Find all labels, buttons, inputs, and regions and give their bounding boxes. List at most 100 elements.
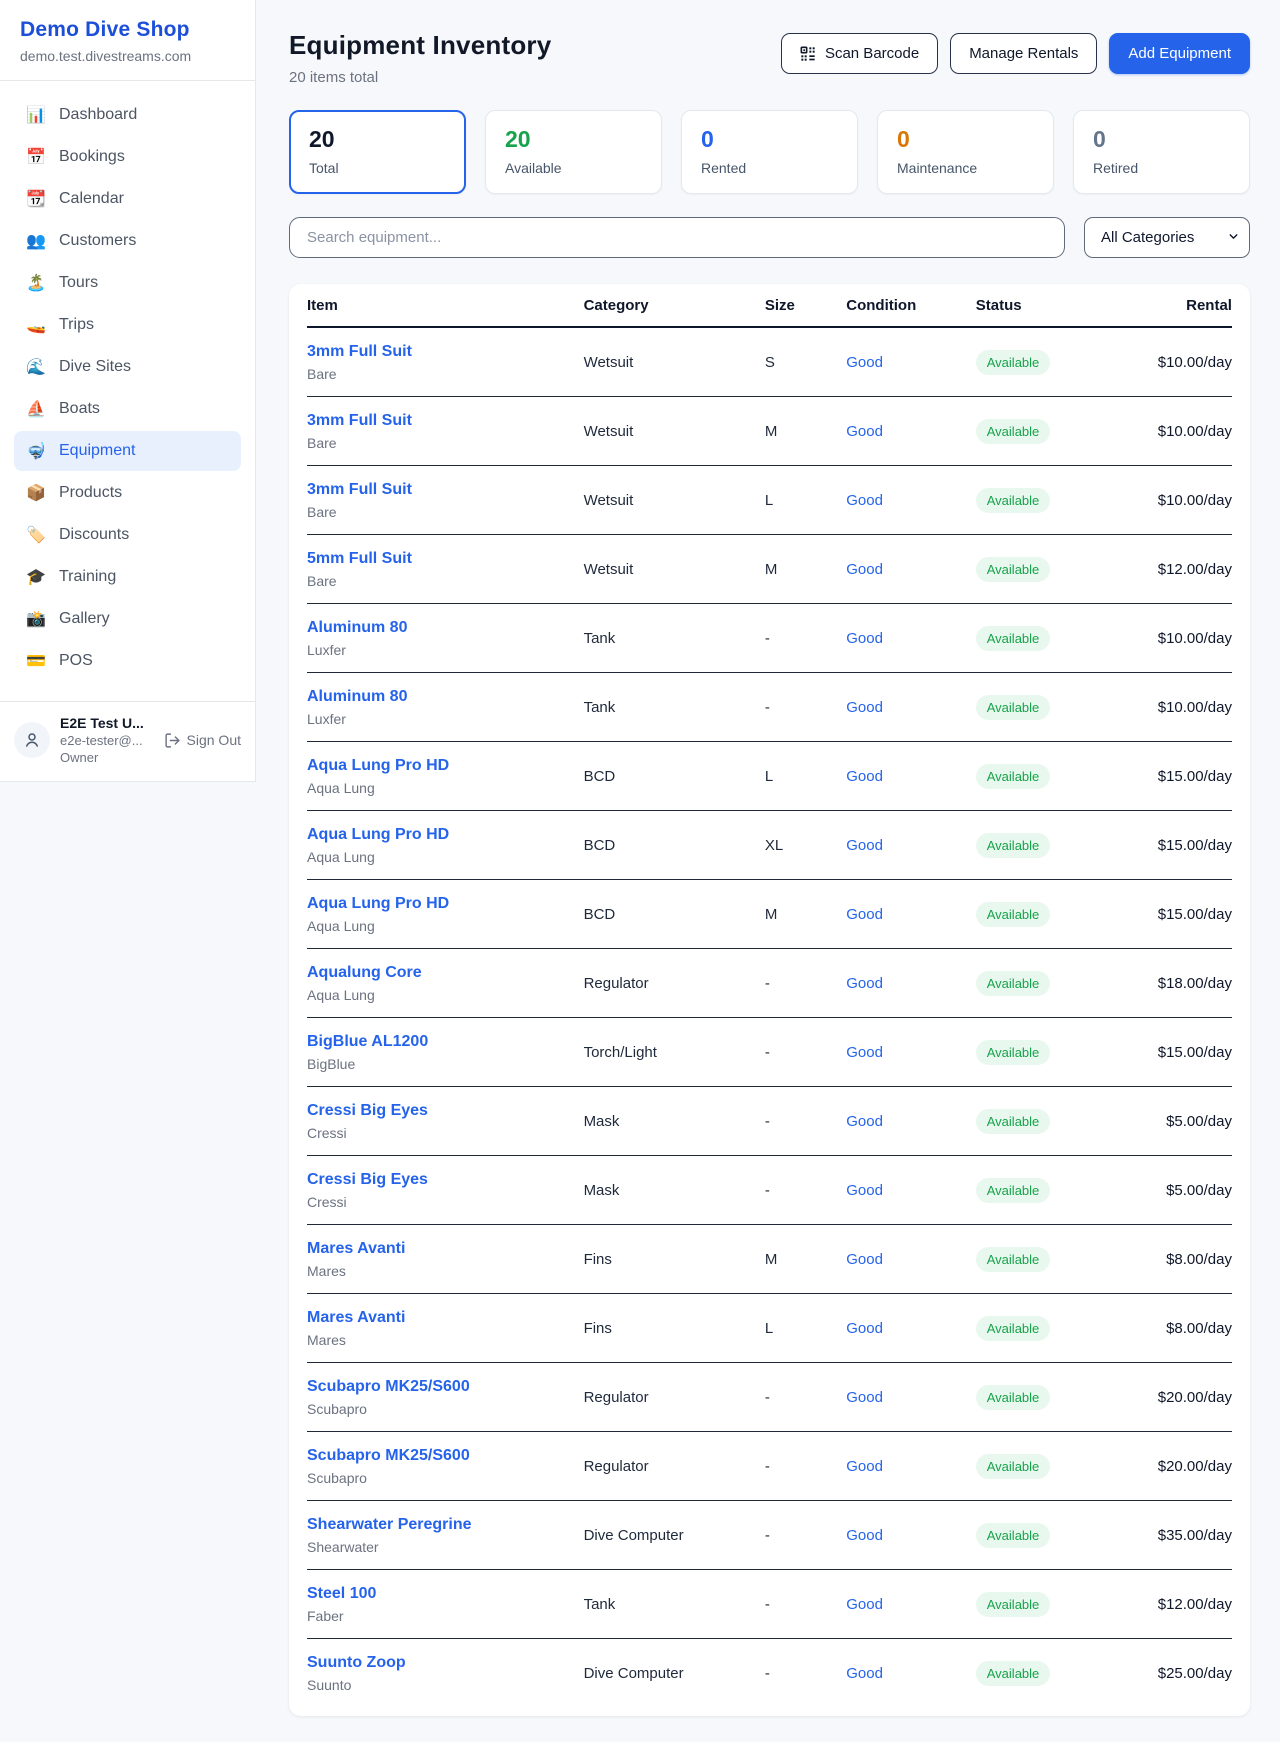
sidebar-item-calendar[interactable]: 📆 Calendar: [14, 179, 241, 219]
item-name-link[interactable]: Scubapro MK25/S600: [307, 1378, 584, 1396]
condition-cell: Good: [846, 561, 976, 578]
item-name-link[interactable]: Aluminum 80: [307, 619, 584, 637]
condition-link[interactable]: Good: [846, 975, 883, 992]
stat-value: 20: [309, 126, 446, 153]
item-name-link[interactable]: Cressi Big Eyes: [307, 1102, 584, 1120]
condition-link[interactable]: Good: [846, 1527, 883, 1544]
stat-card-total[interactable]: 20 Total: [289, 110, 466, 194]
condition-link[interactable]: Good: [846, 1320, 883, 1337]
status-badge: Available: [976, 350, 1051, 375]
sidebar-item-boats[interactable]: ⛵ Boats: [14, 389, 241, 429]
condition-link[interactable]: Good: [846, 630, 883, 647]
item-name-link[interactable]: Shearwater Peregrine: [307, 1516, 584, 1534]
sidebar-item-bookings[interactable]: 📅 Bookings: [14, 137, 241, 177]
sidebar-item-discounts[interactable]: 🏷️ Discounts: [14, 515, 241, 555]
stat-label: Total: [309, 160, 446, 176]
stat-card-maintenance[interactable]: 0 Maintenance: [877, 110, 1054, 194]
nav-icon: 🏝️: [26, 273, 46, 293]
item-name-link[interactable]: Mares Avanti: [307, 1309, 584, 1327]
sidebar-item-training[interactable]: 🎓 Training: [14, 557, 241, 597]
sidebar-item-products[interactable]: 📦 Products: [14, 473, 241, 513]
sign-out-label: Sign Out: [187, 732, 241, 748]
search-input[interactable]: [289, 217, 1065, 258]
rental-price: $5.00/day: [1101, 1113, 1232, 1130]
status-badge: Available: [976, 1454, 1051, 1479]
item-name-link[interactable]: 3mm Full Suit: [307, 412, 584, 430]
sidebar-item-equipment[interactable]: 🤿 Equipment: [14, 431, 241, 471]
item-name-link[interactable]: Steel 100: [307, 1585, 584, 1603]
item-name-link[interactable]: Mares Avanti: [307, 1240, 584, 1258]
add-equipment-button[interactable]: Add Equipment: [1109, 33, 1250, 74]
rental-price: $5.00/day: [1101, 1182, 1232, 1199]
item-brand: Cressi: [307, 1125, 584, 1141]
condition-link[interactable]: Good: [846, 492, 883, 509]
stats-row: 20 Total 20 Available 0 Rented 0 Mainten…: [289, 110, 1250, 194]
sidebar-item-customers[interactable]: 👥 Customers: [14, 221, 241, 261]
sign-out-button[interactable]: Sign Out: [164, 732, 241, 749]
status-cell: Available: [976, 971, 1101, 996]
item-name-link[interactable]: Aluminum 80: [307, 688, 584, 706]
condition-link[interactable]: Good: [846, 1044, 883, 1061]
condition-link[interactable]: Good: [846, 423, 883, 440]
item-name-link[interactable]: 3mm Full Suit: [307, 343, 584, 361]
item-category: Torch/Light: [584, 1044, 765, 1061]
condition-link[interactable]: Good: [846, 1458, 883, 1475]
condition-link[interactable]: Good: [846, 1182, 883, 1199]
item-name-link[interactable]: Aqualung Core: [307, 964, 584, 982]
sidebar-item-gallery[interactable]: 📸 Gallery: [14, 599, 241, 639]
stat-card-rented[interactable]: 0 Rented: [681, 110, 858, 194]
condition-link[interactable]: Good: [846, 1665, 883, 1682]
sidebar-item-label: Gallery: [59, 610, 110, 628]
add-equipment-label: Add Equipment: [1128, 45, 1231, 62]
condition-link[interactable]: Good: [846, 354, 883, 371]
item-size: -: [765, 1182, 846, 1199]
condition-cell: Good: [846, 906, 976, 923]
sidebar-item-tours[interactable]: 🏝️ Tours: [14, 263, 241, 303]
rental-price: $12.00/day: [1101, 561, 1232, 578]
item-cell: Suunto Zoop Suunto: [307, 1654, 584, 1693]
item-category: Wetsuit: [584, 561, 765, 578]
condition-link[interactable]: Good: [846, 837, 883, 854]
item-category: BCD: [584, 906, 765, 923]
condition-link[interactable]: Good: [846, 1596, 883, 1613]
table-row: Mares Avanti Mares Fins M Good Available…: [307, 1225, 1232, 1294]
item-name-link[interactable]: Aqua Lung Pro HD: [307, 895, 584, 913]
condition-link[interactable]: Good: [846, 768, 883, 785]
manage-rentals-button[interactable]: Manage Rentals: [950, 33, 1097, 74]
status-badge: Available: [976, 833, 1051, 858]
item-name-link[interactable]: BigBlue AL1200: [307, 1033, 584, 1051]
condition-link[interactable]: Good: [846, 1389, 883, 1406]
category-select[interactable]: All Categories: [1084, 217, 1250, 258]
sidebar-item-dive-sites[interactable]: 🌊 Dive Sites: [14, 347, 241, 387]
item-name-link[interactable]: Scubapro MK25/S600: [307, 1447, 584, 1465]
condition-link[interactable]: Good: [846, 1251, 883, 1268]
table-row: 3mm Full Suit Bare Wetsuit S Good Availa…: [307, 328, 1232, 397]
item-name-link[interactable]: Aqua Lung Pro HD: [307, 826, 584, 844]
rental-price: $10.00/day: [1101, 492, 1232, 509]
sidebar-item-trips[interactable]: 🚤 Trips: [14, 305, 241, 345]
nav-icon: 🎓: [26, 567, 46, 587]
condition-link[interactable]: Good: [846, 906, 883, 923]
item-name-link[interactable]: Suunto Zoop: [307, 1654, 584, 1672]
rental-price: $20.00/day: [1101, 1389, 1232, 1406]
stat-label: Retired: [1093, 160, 1230, 176]
condition-link[interactable]: Good: [846, 561, 883, 578]
sidebar-item-label: Dashboard: [59, 106, 137, 124]
rental-price: $15.00/day: [1101, 837, 1232, 854]
stat-card-retired[interactable]: 0 Retired: [1073, 110, 1250, 194]
item-name-link[interactable]: 5mm Full Suit: [307, 550, 584, 568]
item-name-link[interactable]: Cressi Big Eyes: [307, 1171, 584, 1189]
condition-link[interactable]: Good: [846, 1113, 883, 1130]
table-row: Steel 100 Faber Tank - Good Available $1…: [307, 1570, 1232, 1639]
status-badge: Available: [976, 557, 1051, 582]
sidebar-item-dashboard[interactable]: 📊 Dashboard: [14, 95, 241, 135]
item-name-link[interactable]: 3mm Full Suit: [307, 481, 584, 499]
sidebar-item-pos[interactable]: 💳 POS: [14, 641, 241, 681]
item-name-link[interactable]: Aqua Lung Pro HD: [307, 757, 584, 775]
item-brand: Faber: [307, 1608, 584, 1624]
condition-link[interactable]: Good: [846, 699, 883, 716]
item-brand: Cressi: [307, 1194, 584, 1210]
scan-barcode-button[interactable]: Scan Barcode: [781, 33, 938, 74]
sidebar-item-label: Bookings: [59, 148, 125, 166]
stat-card-available[interactable]: 20 Available: [485, 110, 662, 194]
